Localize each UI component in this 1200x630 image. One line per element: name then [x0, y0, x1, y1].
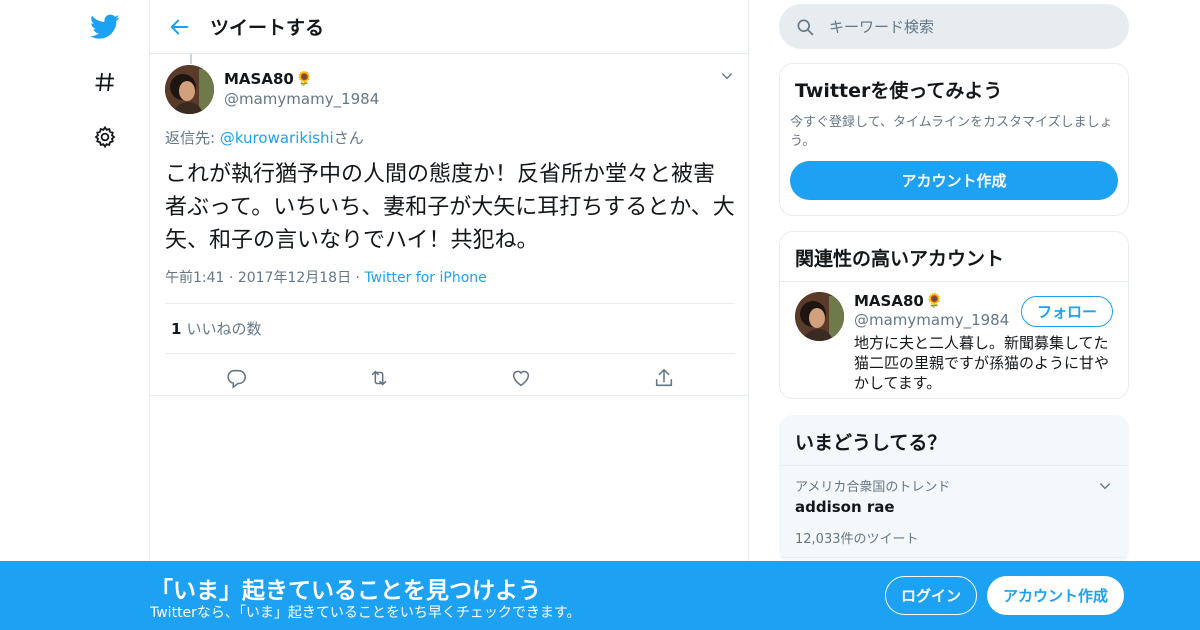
likes-count[interactable]: 1: [171, 320, 181, 338]
retweet-icon[interactable]: [308, 367, 451, 389]
back-arrow-icon[interactable]: [150, 0, 210, 54]
trends-card: いまどうしてる？ アメリカ合衆国のトレンド addison rae 12,033…: [779, 415, 1129, 565]
related-account-row[interactable]: MASA80 🌻 @mamymamy_1984 地方に夫と二人暮し。新聞募集して…: [780, 281, 1128, 398]
chevron-down-icon[interactable]: [720, 68, 734, 87]
tweet-detail: MASA80 🌻 @mamymamy_1984 返信先: @kurowariki…: [150, 54, 748, 402]
main-column: ツイートする MASA80 🌻 @mamymamy_1984 返信先: @kur…: [149, 0, 749, 630]
author-avatar[interactable]: [165, 64, 214, 114]
banner-subtitle: Twitterなら、「いま」起きていることをいち早くチェックできます。: [150, 605, 581, 621]
related-account-avatar[interactable]: [795, 292, 844, 341]
related-account-name-text: MASA80: [854, 292, 924, 310]
main-header: ツイートする: [150, 0, 748, 54]
sunflower-emoji-icon: 🌻: [295, 71, 314, 87]
search-box[interactable]: [779, 4, 1129, 49]
reply-suffix: さん: [333, 129, 364, 147]
tweet-source-link[interactable]: Twitter for iPhone: [364, 270, 486, 286]
signup-card-description: 今すぐ登録して、タイムラインをカスタマイズしましょう。: [790, 115, 1113, 149]
tweet-date[interactable]: 2017年12月18日: [238, 270, 351, 286]
reply-icon[interactable]: [165, 367, 308, 389]
tweet-divider: [150, 395, 748, 396]
tweet-stats: 1 いいねの数: [165, 303, 735, 354]
page-title: ツイートする: [210, 17, 325, 39]
tweet-time[interactable]: 午前1:41: [165, 270, 224, 286]
signup-card-title: Twitterを使ってみよう: [795, 80, 1003, 102]
reply-to-link[interactable]: @kurowarikishi: [220, 129, 334, 147]
search-input[interactable]: [829, 17, 1119, 36]
author-display-name[interactable]: MASA80 🌻: [224, 70, 379, 88]
like-heart-icon[interactable]: [450, 367, 593, 389]
chevron-down-icon[interactable]: [1098, 478, 1112, 497]
trend-tweet-count: 12,033件のツイート: [795, 532, 919, 547]
thread-line: [190, 54, 192, 64]
related-accounts-card: 関連性の高いアカウント MASA80 🌻 @mamymamy_1984 地方に夫…: [779, 231, 1129, 399]
likes-label[interactable]: いいねの数: [186, 318, 261, 339]
search-icon: [797, 19, 814, 35]
trends-card-title: いまどうしてる？: [795, 432, 947, 454]
trend-context: アメリカ合衆国のトレンド: [795, 480, 951, 495]
tweet-author-row: MASA80 🌻 @mamymamy_1984: [165, 54, 733, 114]
tweet-text: これが執行猶予中の人間の態度か！反省所か堂々と被害者ぶって。いちいち、妻和子が大…: [165, 162, 735, 253]
login-button[interactable]: ログイン: [885, 576, 977, 615]
explore-hashtag-icon[interactable]: [90, 67, 120, 97]
reply-context: 返信先: @kurowarikishiさん: [165, 127, 733, 148]
related-account-bio: 地方に夫と二人暮し。新聞募集してた猫二匹の里親ですが孫猫のように甘やかしてます。: [854, 334, 1110, 392]
author-names: MASA80 🌻 @mamymamy_1984: [224, 70, 379, 108]
signup-card: Twitterを使ってみよう 今すぐ登録して、タイムラインをカスタマイズしましょ…: [779, 63, 1129, 216]
left-nav: [80, 0, 130, 630]
trend-item[interactable]: アメリカ合衆国のトレンド addison rae 12,033件のツイート: [780, 465, 1128, 557]
twitter-logo-icon[interactable]: [90, 12, 120, 42]
settings-gear-icon[interactable]: [90, 122, 120, 152]
author-handle[interactable]: @mamymamy_1984: [224, 90, 379, 108]
related-card-title: 関連性の高いアカウント: [795, 248, 1005, 270]
sunflower-emoji-icon: 🌻: [925, 293, 944, 309]
signup-banner: 「いま」起きていることを見つけよう Twitterなら、「いま」起きていることを…: [0, 561, 1200, 630]
share-icon[interactable]: [593, 367, 736, 389]
reply-prefix: 返信先:: [165, 129, 220, 147]
follow-button[interactable]: フォロー: [1021, 296, 1113, 327]
trend-name: addison rae: [795, 498, 895, 516]
tweet-meta: 午前1:41 · 2017年12月18日 · Twitter for iPhon…: [165, 270, 487, 286]
banner-create-account-button[interactable]: アカウント作成: [987, 576, 1124, 615]
author-name-text: MASA80: [224, 70, 294, 88]
create-account-button[interactable]: アカウント作成: [790, 161, 1118, 200]
banner-title: 「いま」起きていることを見つけよう: [150, 578, 541, 604]
